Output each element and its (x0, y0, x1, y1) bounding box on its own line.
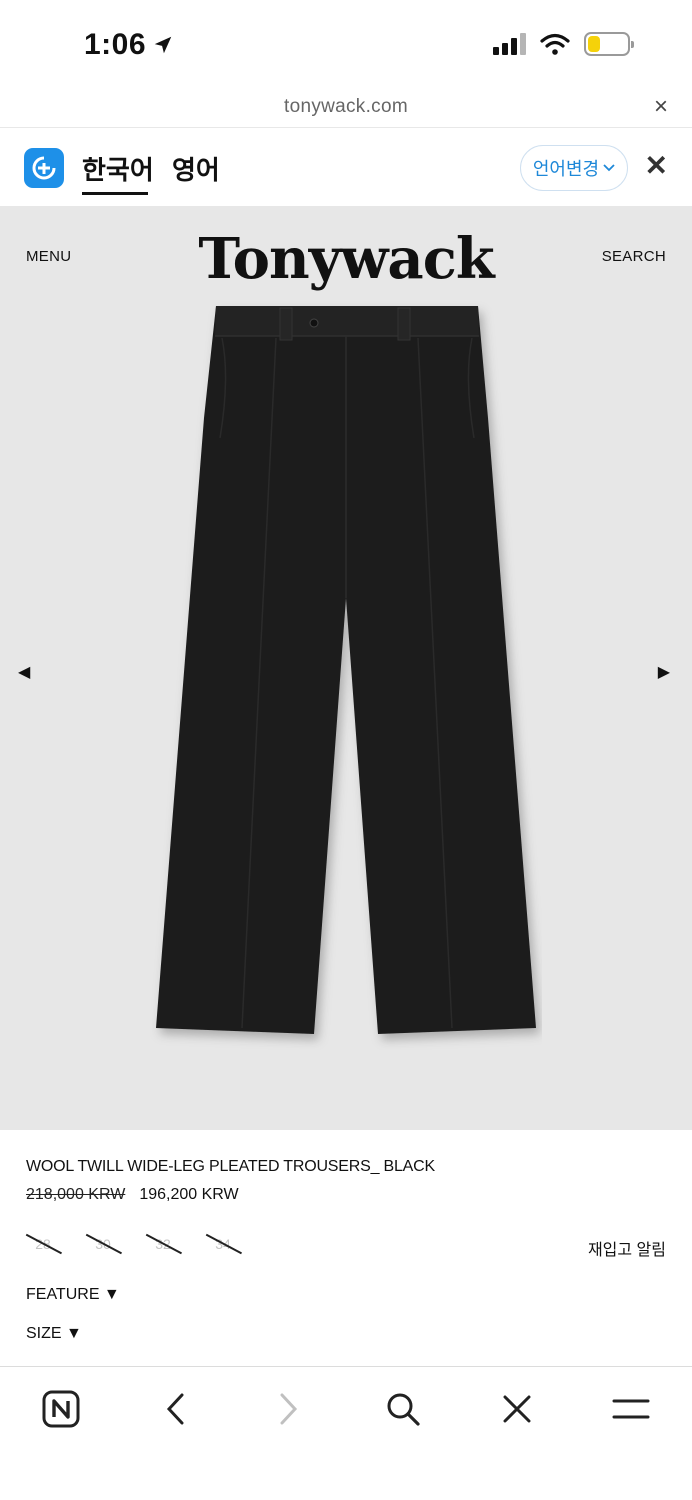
product-image-area: MENU Tonywack SEARCH ◀ ▶ (0, 206, 692, 1130)
forward-button[interactable] (264, 1389, 314, 1429)
restock-notify-button[interactable]: 재입고 알림 (588, 1236, 666, 1260)
url-text[interactable]: tonywack.com (0, 96, 692, 118)
wifi-icon (540, 33, 570, 55)
url-bar[interactable]: tonywack.com × (0, 90, 692, 128)
next-image-arrow-icon[interactable]: ▶ (658, 662, 670, 682)
active-tab-indicator (82, 192, 148, 195)
tab-english[interactable]: 영어 (172, 150, 220, 187)
change-language-button[interactable]: 언어변경 (520, 145, 628, 191)
previous-image-arrow-icon[interactable]: ◀ (18, 662, 30, 682)
feature-toggle[interactable]: FEATURE ▼ (26, 1286, 120, 1304)
location-arrow-icon (154, 36, 172, 54)
translate-bar: 한국어 영어 언어변경 ✕ (0, 128, 692, 206)
size-toggle[interactable]: SIZE ▼ (26, 1325, 82, 1343)
close-icon[interactable]: × (654, 95, 668, 119)
chevron-right-icon (280, 1393, 298, 1425)
translator-logo-icon (24, 148, 64, 188)
close-translate-icon[interactable]: ✕ (645, 152, 668, 180)
product-image[interactable] (150, 298, 542, 1050)
close-tab-button[interactable] (492, 1389, 542, 1429)
back-button[interactable] (150, 1389, 200, 1429)
size-option-30[interactable]: 30 (86, 1232, 120, 1256)
size-option-32[interactable]: 32 (146, 1232, 180, 1256)
original-price: 218,000 KRW (26, 1186, 126, 1203)
battery-icon (584, 32, 634, 56)
tab-korean[interactable]: 한국어 (82, 150, 154, 187)
status-time: 1:06 (84, 28, 174, 62)
close-icon (503, 1395, 531, 1423)
search-link[interactable]: SEARCH (602, 248, 666, 265)
sale-price: 196,200 KRW (139, 1186, 239, 1203)
hamburger-menu-icon (612, 1399, 650, 1419)
chevron-down-icon (603, 164, 615, 172)
size-option-34[interactable]: 34 (206, 1232, 240, 1256)
size-option-28[interactable]: 28 (26, 1232, 60, 1256)
status-indicators (493, 32, 634, 56)
status-bar: 1:06 (0, 0, 692, 90)
clock: 1:06 (84, 28, 147, 61)
menu-button[interactable] (606, 1389, 656, 1429)
search-button[interactable] (378, 1389, 428, 1429)
price-row: 218,000 KRW 196,200 KRW (26, 1186, 239, 1204)
change-language-label: 언어변경 (532, 159, 600, 179)
naver-n-icon (42, 1390, 80, 1428)
search-icon (387, 1393, 420, 1426)
chevron-left-icon (166, 1393, 184, 1425)
cellular-signal-icon (493, 33, 526, 55)
brand-logo[interactable]: Tonywack (0, 226, 692, 292)
product-name: WOOL TWILL WIDE-LEG PLEATED TROUSERS_ BL… (26, 1158, 435, 1175)
browser-toolbar (0, 1366, 692, 1500)
size-options: 28 30 32 34 (26, 1232, 240, 1256)
naver-home-button[interactable] (36, 1389, 86, 1429)
